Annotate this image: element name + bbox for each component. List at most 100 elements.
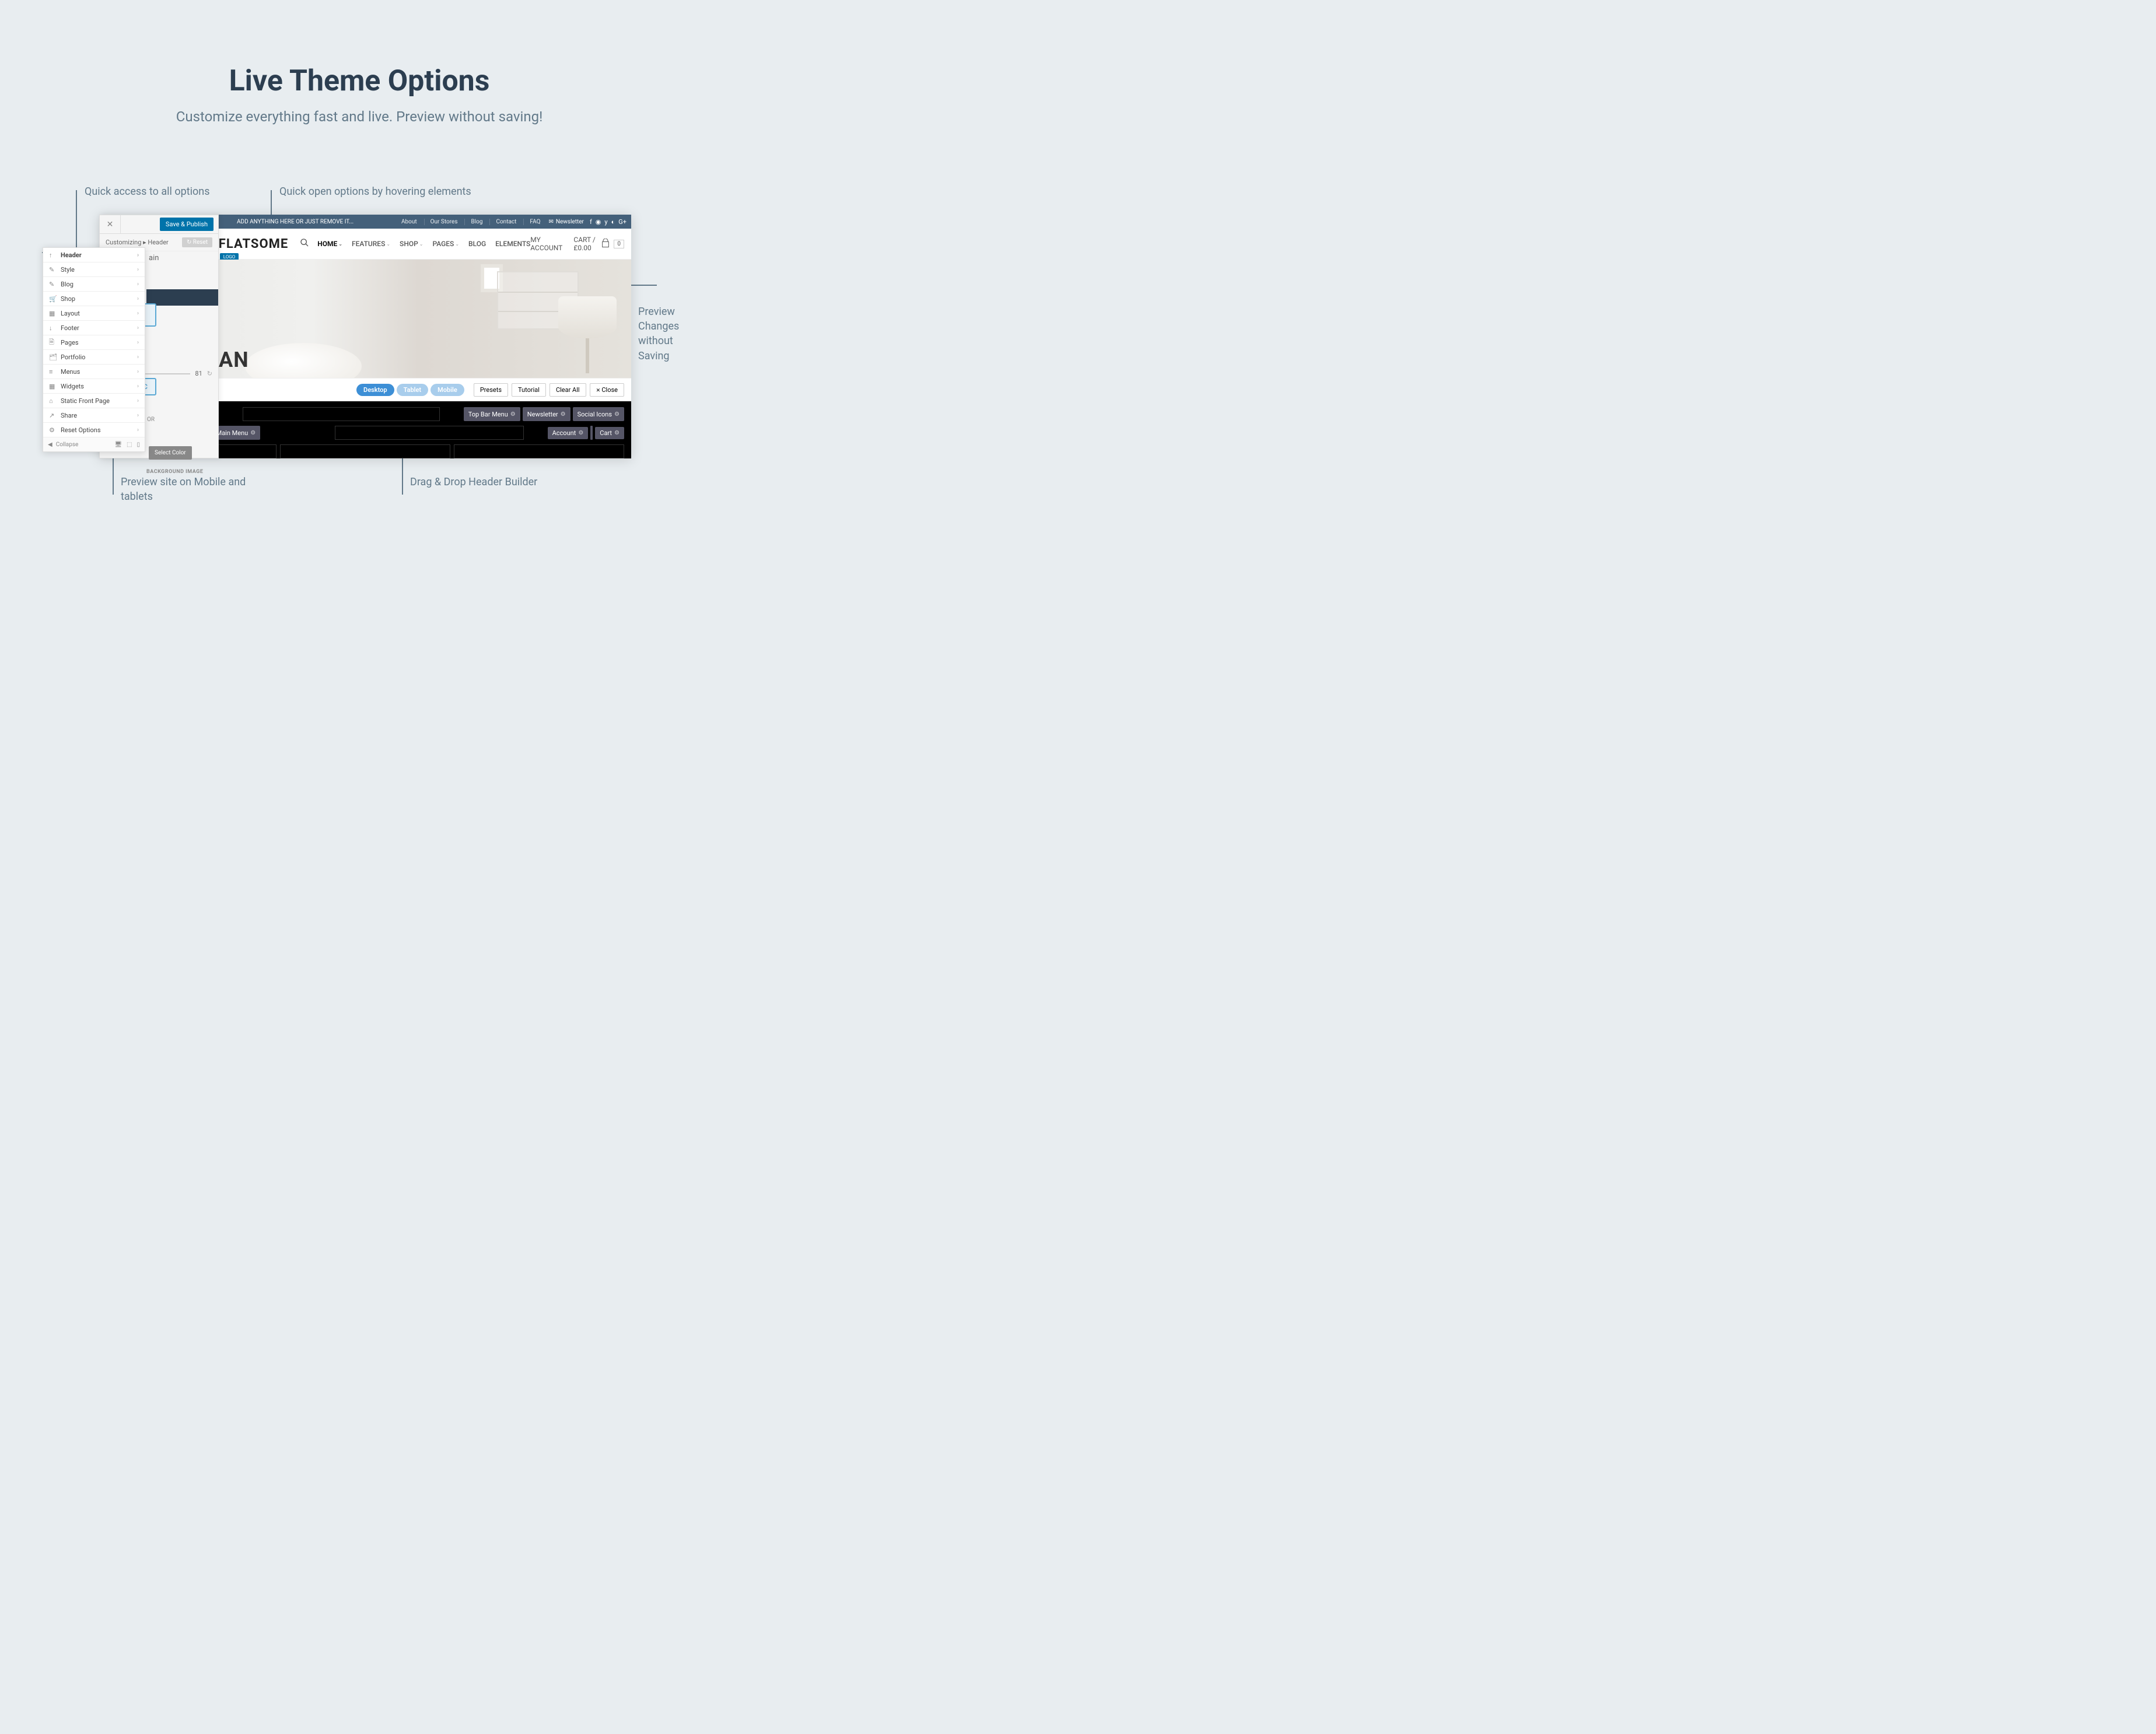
save-publish-button[interactable]: Save & Publish: [160, 218, 214, 231]
select-color-button[interactable]: Select Color: [149, 446, 192, 460]
callout-preview-changes: Preview Changes without Saving: [638, 304, 691, 363]
option-row[interactable]: 🗂Portfolio›: [43, 350, 145, 365]
reset-button[interactable]: ↻ Reset: [182, 237, 212, 247]
drop-zone[interactable]: [280, 444, 450, 458]
chevron-right-icon: ›: [137, 398, 139, 404]
option-icon: ↑: [49, 251, 56, 259]
option-icon: ⌂: [49, 397, 56, 405]
newsletter-link[interactable]: ✉Newsletter: [548, 219, 583, 225]
chevron-right-icon: ›: [137, 412, 139, 419]
option-icon: ≡: [49, 368, 56, 376]
header-element-chip[interactable]: Cart⚙: [595, 427, 624, 439]
social-icon[interactable]: G+: [618, 218, 626, 226]
toolbar-button[interactable]: Clear All: [550, 383, 586, 397]
chevron-right-icon: ›: [137, 267, 139, 273]
chevron-down-icon: ⌄: [419, 241, 424, 247]
search-icon[interactable]: [300, 238, 309, 250]
callout-quick-access: Quick access to all options: [85, 184, 219, 199]
gear-icon: ⚙: [250, 430, 256, 436]
reset-icon[interactable]: ↻: [207, 370, 212, 377]
callout-drag-drop: Drag & Drop Header Builder: [410, 475, 550, 489]
topbar-link[interactable]: Blog: [464, 219, 482, 225]
device-tab[interactable]: Tablet: [397, 384, 429, 396]
topbar-link[interactable]: Contact: [489, 219, 516, 225]
chevron-down-icon: ⌄: [386, 241, 390, 247]
option-icon: ↗: [49, 412, 56, 419]
collapse-button[interactable]: Collapse: [56, 442, 79, 448]
close-customizer-button[interactable]: ✕: [100, 215, 121, 233]
breadcrumb[interactable]: Customizing ▸ Header: [106, 239, 169, 246]
nav-item[interactable]: ELEMENTS: [495, 240, 530, 248]
device-tab[interactable]: Mobile: [430, 384, 464, 396]
option-row[interactable]: ↑Header›: [43, 248, 145, 262]
chevron-right-icon: ›: [137, 252, 139, 258]
gear-icon: ⚙: [614, 411, 620, 418]
cart-link[interactable]: CART / £0.00 0: [573, 236, 624, 252]
chevron-down-icon: ⌄: [455, 241, 459, 247]
social-icon[interactable]: y: [604, 218, 607, 226]
option-row[interactable]: ✎Blog›: [43, 277, 145, 292]
drop-zone[interactable]: [454, 444, 624, 458]
chevron-right-icon: ›: [137, 296, 139, 302]
option-icon: 🗂: [49, 353, 56, 361]
chevron-right-icon: ›: [137, 325, 139, 331]
option-icon: ▦: [49, 310, 56, 317]
nav-item[interactable]: BLOG: [468, 240, 486, 248]
option-row[interactable]: 🛒Shop›: [43, 292, 145, 306]
account-link[interactable]: MY ACCOUNT: [530, 236, 563, 252]
topbar-link[interactable]: Our Stores: [424, 219, 458, 225]
nav-item[interactable]: HOME⌄: [317, 240, 342, 248]
option-row[interactable]: 🗎Pages›: [43, 335, 145, 350]
option-row[interactable]: ↓Footer›: [43, 321, 145, 335]
collapse-icon[interactable]: ◀: [48, 442, 52, 448]
gear-icon: ⚙: [614, 430, 620, 436]
option-icon: 🗎: [49, 337, 56, 348]
nav-item[interactable]: FEATURES⌄: [352, 240, 390, 248]
option-icon: 🛒: [49, 295, 56, 303]
option-icon: ▦: [49, 383, 56, 390]
topbar-link[interactable]: FAQ: [523, 219, 540, 225]
hero-subtitle: Customize everything fast and live. Prev…: [0, 108, 719, 125]
chevron-right-icon: ›: [137, 281, 139, 288]
topbar-link[interactable]: About: [396, 219, 417, 225]
option-row[interactable]: ⌂Static Front Page›: [43, 394, 145, 408]
option-icon: ↓: [49, 324, 56, 332]
drop-zone[interactable]: [335, 426, 524, 440]
chevron-right-icon: ›: [137, 427, 139, 433]
option-row[interactable]: ▦Widgets›: [43, 379, 145, 394]
option-row[interactable]: ≡Menus›: [43, 365, 145, 379]
option-row[interactable]: ▦Layout›: [43, 306, 145, 321]
chevron-right-icon: ›: [137, 310, 139, 317]
option-row[interactable]: ✎Style›: [43, 262, 145, 277]
chevron-down-icon: ⌄: [338, 241, 342, 247]
device-preview-icon[interactable]: 🖥: [114, 442, 122, 448]
social-icon[interactable]: ◉: [596, 218, 601, 226]
header-element-chip[interactable]: Social Icons⚙: [573, 407, 624, 421]
device-tab[interactable]: Desktop: [356, 384, 394, 396]
nav-item[interactable]: PAGES⌄: [432, 240, 459, 248]
or-label: OR: [147, 416, 155, 423]
toolbar-button[interactable]: Presets: [474, 383, 508, 397]
close-button[interactable]: Close: [590, 383, 624, 397]
nav-item[interactable]: SHOP⌄: [400, 240, 423, 248]
gear-icon: ⚙: [561, 411, 566, 418]
option-icon: ✎: [49, 281, 56, 288]
social-icon[interactable]: f: [590, 218, 592, 226]
mail-icon: ✉: [548, 219, 553, 225]
social-icon[interactable]: ◐: [611, 218, 615, 226]
hero-title: Live Theme Options: [0, 0, 719, 98]
option-row[interactable]: ↗Share›: [43, 408, 145, 423]
header-element-chip[interactable]: Account⚙: [548, 427, 589, 439]
header-element-chip[interactable]: Top Bar Menu⚙: [464, 407, 520, 421]
header-element-chip[interactable]: Newsletter⚙: [523, 407, 570, 421]
options-panel: ↑Header›✎Style›✎Blog›🛒Shop›▦Layout›↓Foot…: [43, 247, 145, 452]
toolbar-button[interactable]: Tutorial: [512, 383, 546, 397]
device-preview-icon[interactable]: ▯: [136, 442, 140, 448]
divider-chip[interactable]: [590, 426, 593, 440]
drop-zone[interactable]: [243, 407, 440, 421]
option-row[interactable]: ⚙Reset Options›: [43, 423, 145, 437]
chevron-right-icon: ›: [137, 383, 139, 390]
header-element-chip[interactable]: Main Menu⚙: [212, 426, 261, 440]
gear-icon: ⚙: [578, 430, 583, 436]
device-preview-icon[interactable]: ⬚: [127, 442, 132, 448]
